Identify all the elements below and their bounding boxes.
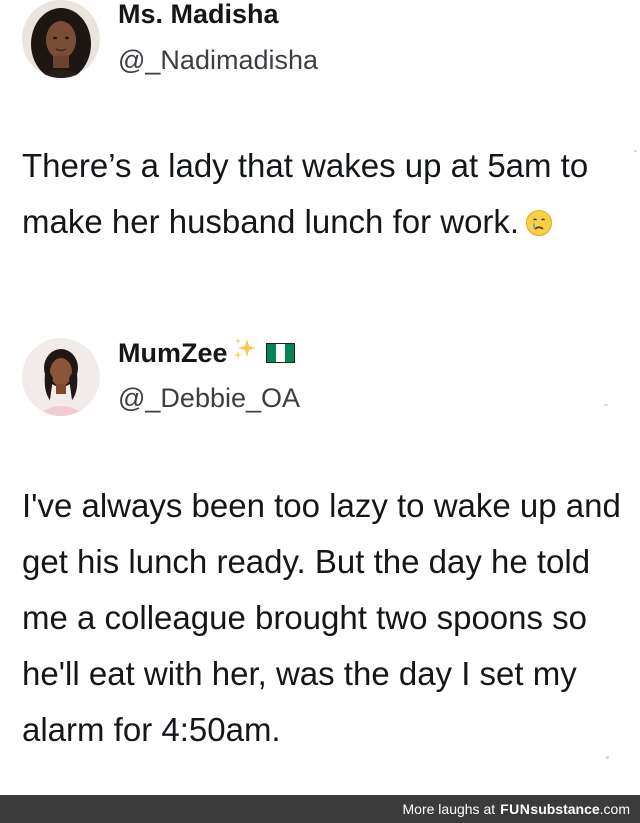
footer-brand-tld: .com	[599, 801, 630, 817]
footer-brand-substance: substance	[530, 801, 600, 817]
sparkles-icon	[232, 336, 258, 369]
avatar-portrait	[22, 338, 100, 416]
meme-image: Ms. Madisha @_Nadimadisha There’s a lady…	[0, 0, 640, 823]
display-name[interactable]: Ms. Madisha	[118, 0, 279, 30]
display-name-row: MumZee	[118, 336, 295, 369]
user-handle[interactable]: @_Nadimadisha	[118, 44, 318, 76]
tweet-text-content: I've always been too lazy to wake up and…	[22, 487, 621, 748]
footer-lead-text: More laughs at	[402, 801, 496, 817]
nigeria-flag-icon	[265, 342, 295, 363]
tweet-text-content: There’s a lady that wakes up at 5am to m…	[22, 147, 589, 240]
user-handle[interactable]: @_Debbie_OA	[118, 382, 300, 414]
background-speck	[606, 756, 609, 759]
background-speck	[604, 404, 608, 406]
avatar-portrait	[22, 0, 100, 78]
background-speck	[634, 150, 637, 152]
avatar[interactable]	[22, 338, 100, 416]
footer-brand-fun: FUN	[500, 801, 531, 817]
display-name-row: Ms. Madisha	[118, 0, 279, 30]
watermark-footer: More laughs at FUN substance .com	[0, 795, 640, 823]
avatar[interactable]	[22, 0, 100, 78]
tweet-text: There’s a lady that wakes up at 5am to m…	[22, 138, 622, 250]
display-name[interactable]: MumZee	[118, 337, 228, 369]
crying-face-icon	[525, 198, 553, 236]
tweet-text: I've always been too lazy to wake up and…	[22, 478, 622, 758]
